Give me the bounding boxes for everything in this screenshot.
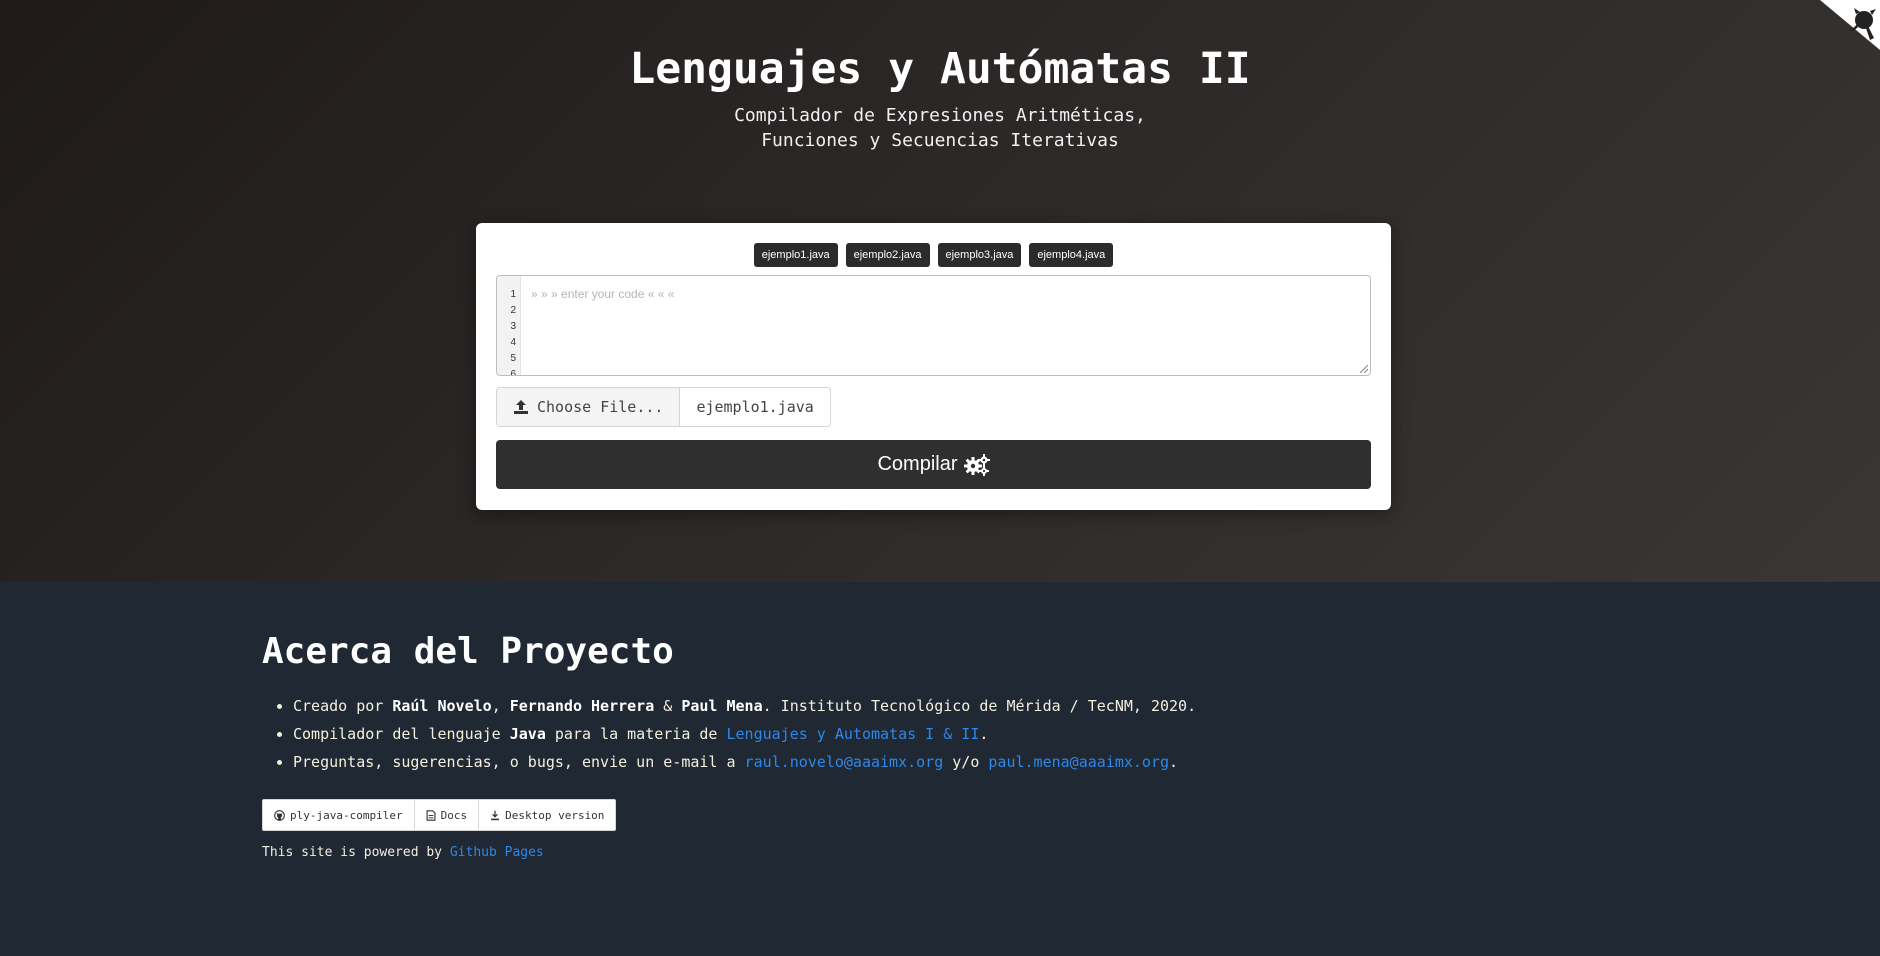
desktop-version-link[interactable]: Desktop version	[479, 800, 615, 830]
example-buttons: ejemplo1.java ejemplo2.java ejemplo3.jav…	[476, 243, 1391, 267]
conjunction: y/o	[943, 753, 989, 771]
github-icon	[274, 809, 285, 821]
compile-button[interactable]: Compilar	[496, 440, 1371, 489]
file-input-group: Choose File... ejemplo1.java	[496, 387, 831, 427]
compiler-text: Compilador del lenguaje	[293, 725, 510, 743]
compile-label: Compilar	[877, 453, 958, 475]
example-button-2[interactable]: ejemplo2.java	[845, 243, 930, 267]
choose-file-button[interactable]: Choose File...	[497, 388, 681, 426]
about-list: Creado por Raúl Novelo, Fernando Herrera…	[262, 692, 1462, 776]
line-number: 2	[510, 305, 516, 316]
about-heading: Acerca del Proyecto	[262, 631, 674, 672]
line-number: 4	[510, 337, 516, 348]
compiler-card: ejemplo1.java ejemplo2.java ejemplo3.jav…	[476, 223, 1391, 510]
hero-section: Lenguajes y Autómatas II Compilador de E…	[0, 0, 1880, 582]
docs-link[interactable]: Docs	[415, 800, 480, 830]
line-number: 1	[510, 289, 516, 300]
powered-by-text: This site is powered by Github Pages	[262, 845, 544, 860]
line-number: 3	[510, 321, 516, 332]
email-link-raul[interactable]: raul.novelo@aaaimx.org	[745, 753, 944, 771]
gears-icon	[963, 453, 990, 476]
page-title: Lenguajes y Autómatas II	[629, 44, 1251, 94]
link-label: Desktop version	[505, 808, 605, 822]
author-name: Raúl Novelo	[392, 697, 492, 715]
separator: ,	[491, 697, 510, 715]
link-label: ply-java-compiler	[290, 808, 403, 822]
author-name: Fernando Herrera	[509, 697, 655, 715]
github-octocat-icon[interactable]	[1810, 0, 1880, 50]
document-icon	[426, 809, 436, 821]
example-button-3[interactable]: ejemplo3.java	[937, 243, 1022, 267]
author-name: Paul Mena	[681, 697, 763, 715]
course-link[interactable]: Lenguajes y Automatas I & II	[727, 725, 980, 743]
resize-grip-icon[interactable]	[1360, 365, 1368, 373]
upload-icon	[514, 400, 528, 414]
period: .	[979, 725, 989, 743]
example-button-4[interactable]: ejemplo4.java	[1029, 243, 1114, 267]
example-button-1[interactable]: ejemplo1.java	[753, 243, 838, 267]
code-editor[interactable]: 1 2 3 4 5 6 » » » enter your code « « «	[496, 275, 1371, 376]
email-link-paul[interactable]: paul.mena@aaaimx.org	[988, 753, 1169, 771]
download-icon	[491, 810, 500, 820]
credits-prefix: Creado por	[293, 697, 393, 715]
link-label: Docs	[440, 808, 468, 822]
subtitle-line-2: Funciones y Secuencias Iterativas	[761, 130, 1119, 151]
list-item: Compilador del lenguaje Java para la mat…	[293, 720, 1462, 748]
list-item: Preguntas, sugerencias, o bugs, envie un…	[293, 748, 1462, 776]
list-item: Creado por Raúl Novelo, Fernando Herrera…	[293, 692, 1462, 720]
period: .	[1169, 753, 1179, 771]
github-pages-link[interactable]: Github Pages	[450, 845, 544, 860]
language-name: Java	[509, 725, 546, 743]
subtitle-line-1: Compilador de Expresiones Aritméticas,	[734, 105, 1146, 126]
institution-text: . Instituto Tecnológico de Mérida / TecN…	[762, 697, 1197, 715]
line-number: 6	[510, 369, 516, 376]
github-repo-link[interactable]: ply-java-compiler	[263, 800, 415, 830]
line-number-gutter: 1 2 3 4 5 6	[497, 276, 521, 375]
choose-file-label: Choose File...	[537, 398, 664, 416]
line-number: 5	[510, 353, 516, 364]
selected-file-name: ejemplo1.java	[680, 388, 830, 426]
page-subtitle: Compilador de Expresiones Aritméticas, F…	[0, 103, 1880, 153]
project-links-bar: ply-java-compiler Docs Desktop version	[262, 799, 617, 831]
about-section: Acerca del Proyecto Creado por Raúl Nove…	[262, 630, 1462, 776]
contact-text: Preguntas, sugerencias, o bugs, envie un…	[293, 753, 745, 771]
powered-prefix: This site is powered by	[262, 845, 450, 860]
separator: &	[654, 697, 682, 715]
code-placeholder: » » » enter your code « « «	[531, 287, 675, 301]
subject-text: para la materia de	[545, 725, 727, 743]
